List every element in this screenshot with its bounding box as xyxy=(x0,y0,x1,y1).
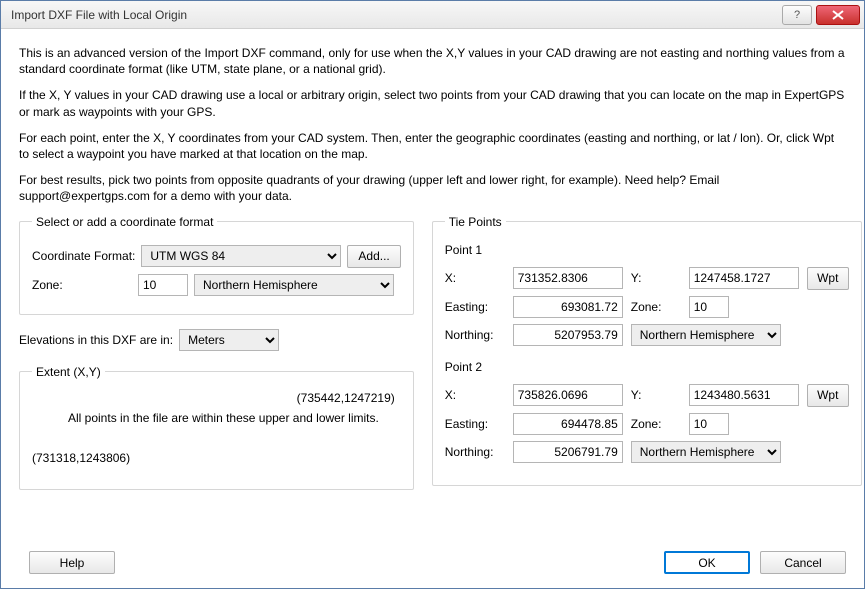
intro-p3: For each point, enter the X, Y coordinat… xyxy=(19,130,846,162)
p1-x-label: X: xyxy=(445,271,505,285)
point1-title: Point 1 xyxy=(445,243,849,257)
dialog-footer: Help OK Cancel xyxy=(19,551,846,574)
coord-format-group: Select or add a coordinate format Coordi… xyxy=(19,215,414,315)
help-button[interactable]: Help xyxy=(29,551,115,574)
p1-hemi-select[interactable]: Northern Hemisphere xyxy=(631,324,781,346)
p1-x-input[interactable] xyxy=(513,267,623,289)
dialog-window: Import DXF File with Local Origin ? This… xyxy=(0,0,865,589)
p1-easting-input[interactable] xyxy=(513,296,623,318)
extent-upper: (735442,1247219) xyxy=(297,391,395,405)
elev-label: Elevations in this DXF are in: xyxy=(19,333,173,347)
tie-points-legend: Tie Points xyxy=(445,215,506,229)
hemisphere-select[interactable]: Northern Hemisphere xyxy=(194,274,394,296)
dialog-content: This is an advanced version of the Impor… xyxy=(1,29,864,588)
intro-p1: This is an advanced version of the Impor… xyxy=(19,45,846,77)
point2-title: Point 2 xyxy=(445,360,849,374)
coord-format-label: Coordinate Format: xyxy=(32,249,135,263)
extent-desc: All points in the file are within these … xyxy=(68,411,379,425)
p2-easting-label: Easting: xyxy=(445,417,505,431)
p1-zone-label: Zone: xyxy=(631,300,681,314)
p1-y-label: Y: xyxy=(631,271,681,285)
window-title: Import DXF File with Local Origin xyxy=(11,8,778,22)
intro-text: This is an advanced version of the Impor… xyxy=(19,45,846,205)
p2-y-input[interactable] xyxy=(689,384,799,406)
tie-points-group: Tie Points Point 1 X: Y: Wpt Easting: Zo… xyxy=(432,215,862,486)
cancel-button[interactable]: Cancel xyxy=(760,551,846,574)
p1-wpt-button[interactable]: Wpt xyxy=(807,267,849,290)
coord-format-select[interactable]: UTM WGS 84 xyxy=(141,245,341,267)
help-icon[interactable]: ? xyxy=(782,5,812,25)
p2-hemi-select[interactable]: Northern Hemisphere xyxy=(631,441,781,463)
ok-button[interactable]: OK xyxy=(664,551,750,574)
extent-group: Extent (X,Y) (735442,1247219) All points… xyxy=(19,365,414,490)
p1-easting-label: Easting: xyxy=(445,300,505,314)
title-bar: Import DXF File with Local Origin ? xyxy=(1,1,864,29)
zone-input[interactable] xyxy=(138,274,188,296)
p1-northing-label: Northing: xyxy=(445,328,505,342)
p2-zone-label: Zone: xyxy=(631,417,681,431)
p1-northing-input[interactable] xyxy=(513,324,623,346)
p2-northing-label: Northing: xyxy=(445,445,505,459)
p2-wpt-button[interactable]: Wpt xyxy=(807,384,849,407)
p2-x-label: X: xyxy=(445,388,505,402)
p2-easting-input[interactable] xyxy=(513,413,623,435)
extent-legend: Extent (X,Y) xyxy=(32,365,105,379)
add-format-button[interactable]: Add... xyxy=(347,245,400,268)
intro-p4: For best results, pick two points from o… xyxy=(19,172,846,204)
p2-northing-input[interactable] xyxy=(513,441,623,463)
intro-p2: If the X, Y values in your CAD drawing u… xyxy=(19,87,846,119)
p1-zone-input[interactable] xyxy=(689,296,729,318)
p2-y-label: Y: xyxy=(631,388,681,402)
p1-y-input[interactable] xyxy=(689,267,799,289)
elev-units-select[interactable]: Meters xyxy=(179,329,279,351)
p2-x-input[interactable] xyxy=(513,384,623,406)
zone-label: Zone: xyxy=(32,278,132,292)
close-icon[interactable] xyxy=(816,5,860,25)
p2-zone-input[interactable] xyxy=(689,413,729,435)
extent-lower: (731318,1243806) xyxy=(32,451,130,465)
coord-format-legend: Select or add a coordinate format xyxy=(32,215,217,229)
